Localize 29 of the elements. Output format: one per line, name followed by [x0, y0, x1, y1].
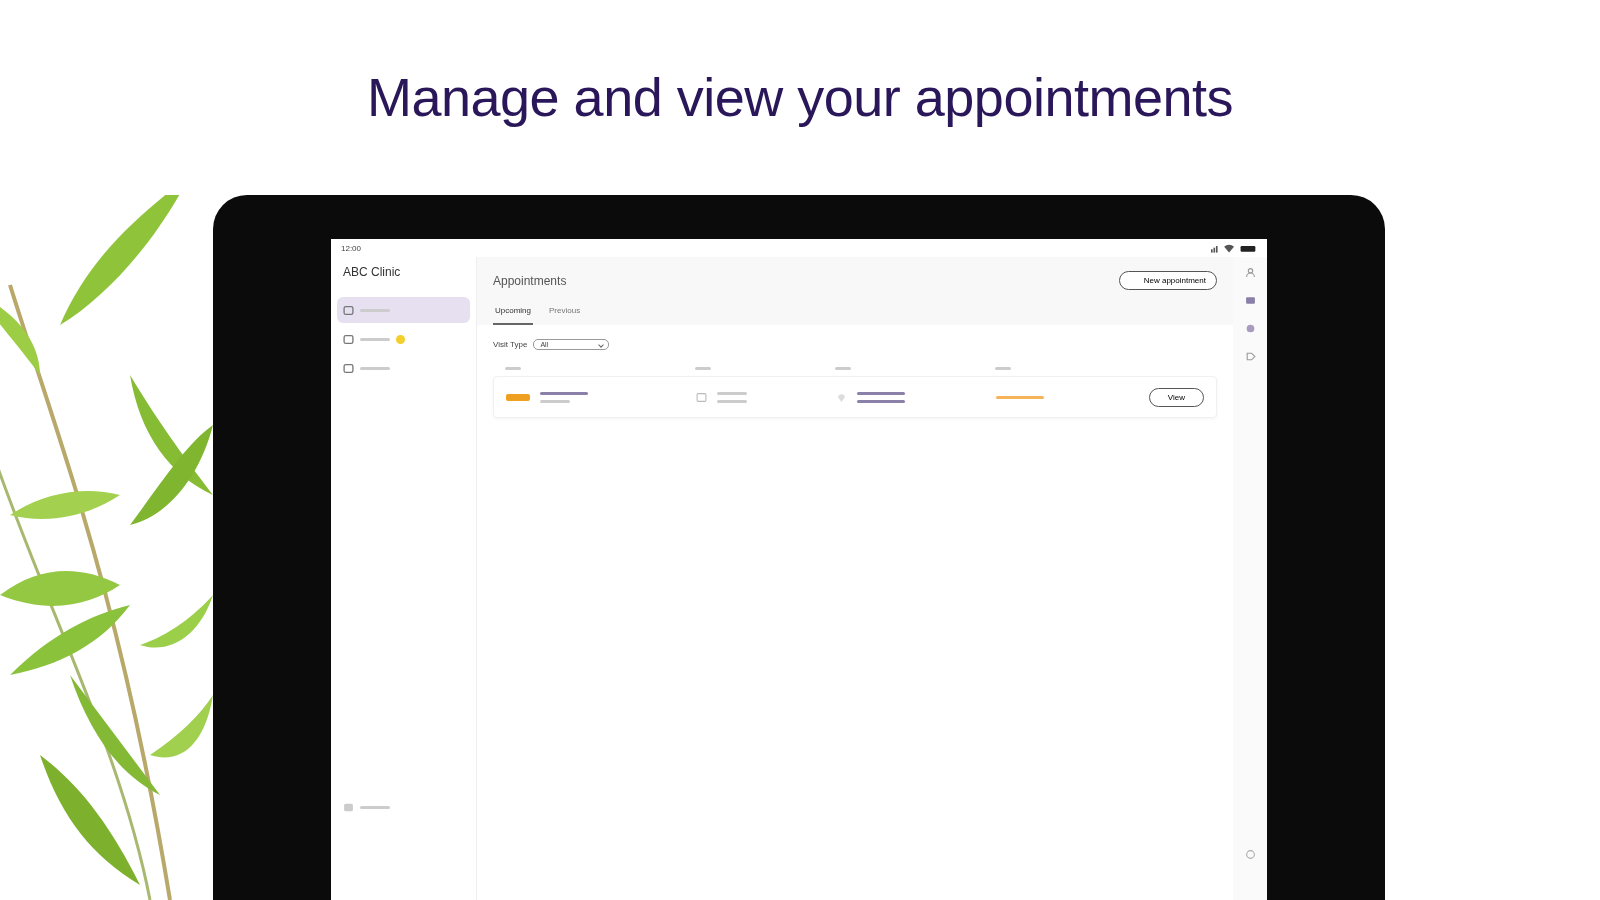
- status-text-line: [996, 395, 1044, 399]
- headline: Manage and view your appointments: [365, 66, 1234, 129]
- view-button[interactable]: View: [1148, 387, 1204, 407]
- status-icons: [1211, 243, 1257, 253]
- text-line: [995, 366, 1011, 370]
- new-appointment-button[interactable]: New appointment: [1118, 271, 1217, 290]
- tag: [506, 393, 530, 401]
- text-line: [360, 366, 390, 370]
- sidebar-item[interactable]: [337, 297, 470, 323]
- tab[interactable]: Previous: [547, 300, 583, 325]
- app-title: ABC Clinic: [342, 264, 402, 281]
- page-title: Appointments: [493, 273, 567, 288]
- status-time: 12:00: [341, 243, 362, 253]
- text-line: [857, 399, 905, 403]
- text-line: [857, 391, 905, 395]
- text-line: [835, 366, 851, 370]
- text-line: [505, 366, 521, 370]
- filter-label: Visit Type: [493, 340, 528, 349]
- text-line: [540, 399, 570, 403]
- text-line: [717, 399, 747, 403]
- text-line: [360, 308, 390, 312]
- pin-icon: [836, 391, 847, 403]
- text-line: [717, 391, 747, 395]
- tab[interactable]: Upcoming: [493, 300, 533, 325]
- text-line: [695, 366, 711, 370]
- text-line: [360, 805, 390, 809]
- user-icon: [1244, 267, 1256, 278]
- text-line: [360, 337, 390, 341]
- text-line: [540, 391, 588, 395]
